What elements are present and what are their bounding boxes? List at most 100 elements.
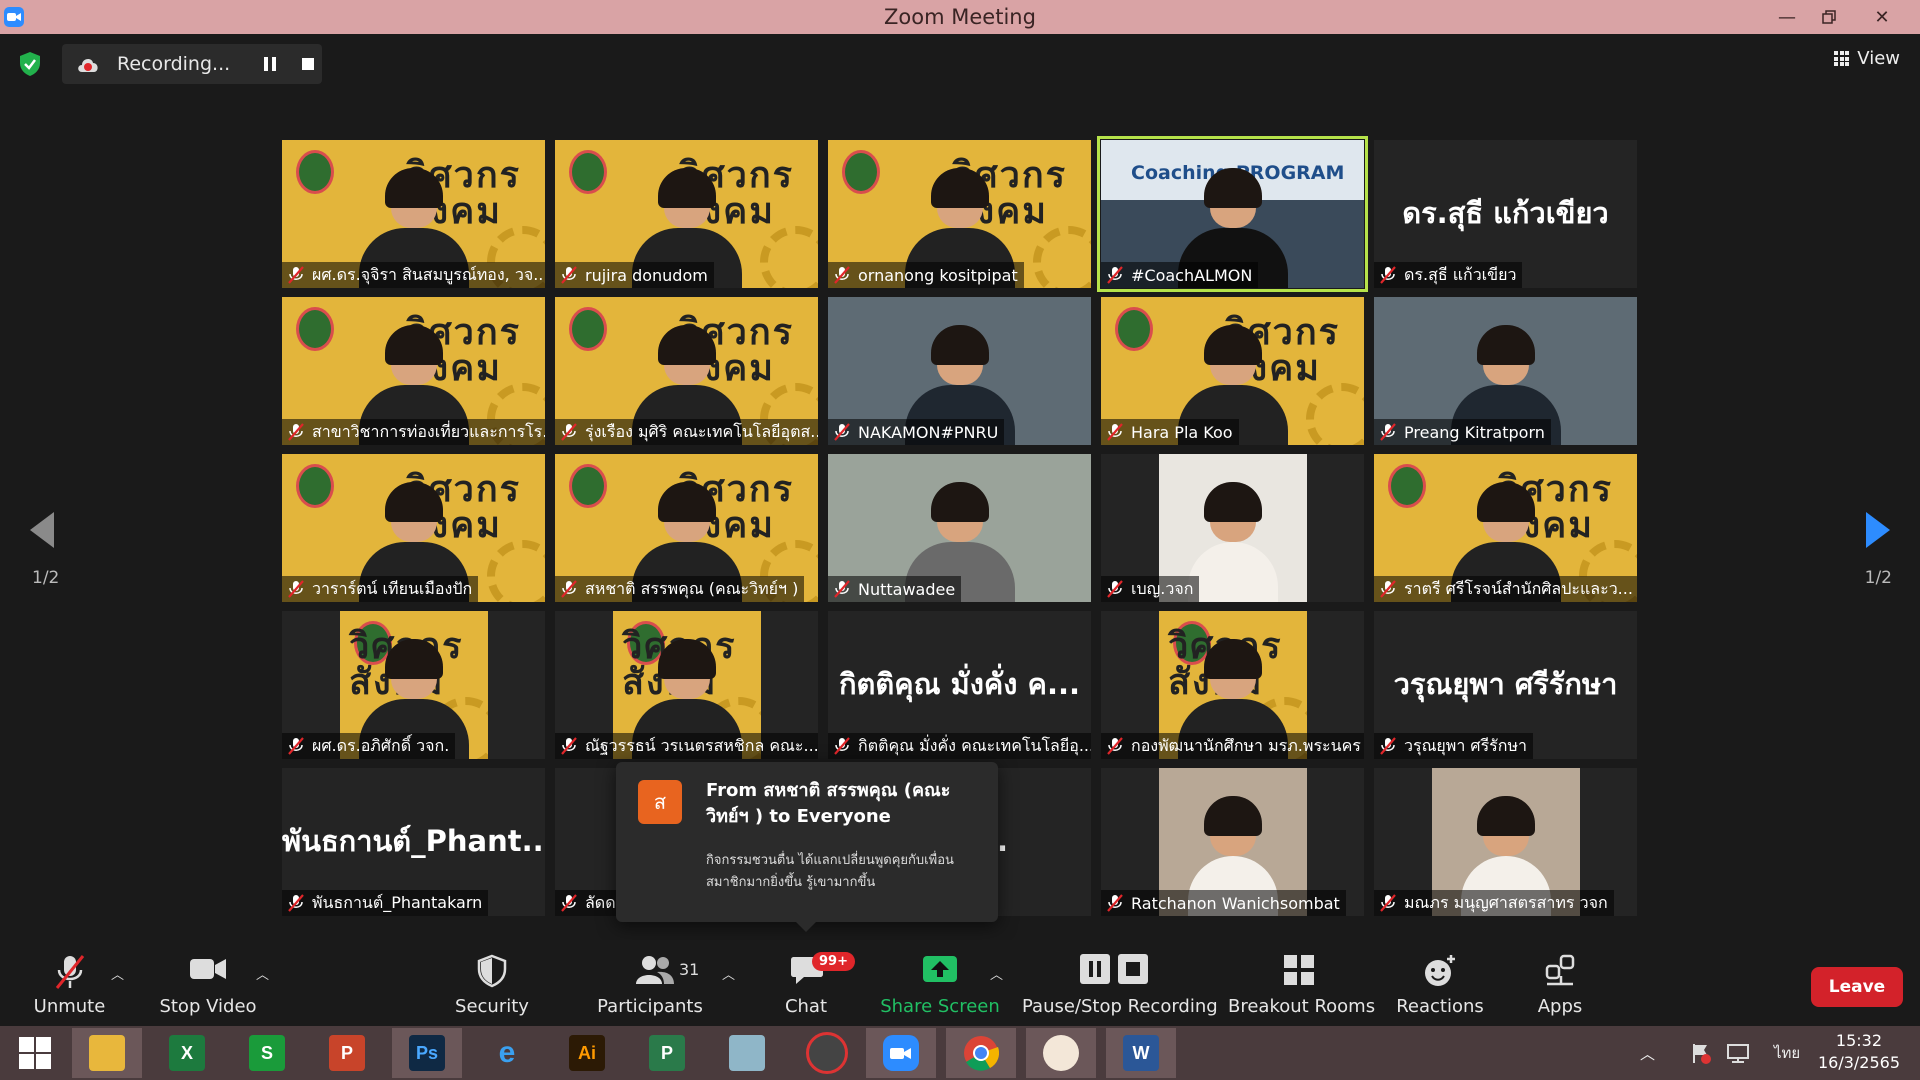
pause-stop-recording-button[interactable]: Pause/Stop Recording [1022, 940, 1218, 1026]
restore-button[interactable] [1806, 0, 1852, 34]
chat-notification-toast[interactable]: ส From สหชาติ สรรพคุณ (คณะวิทย์ฯ ) to Ev… [616, 762, 998, 932]
toast-message: กิจกรรมชวนตื่น ได้แลกเปลี่ยนพูดคุยกับเพื… [706, 853, 954, 890]
stop-video-button[interactable]: Stop Video [158, 940, 258, 1026]
word-icon[interactable]: W [1106, 1028, 1176, 1078]
participant-tile[interactable]: Coaching PROGRAM #CoachALMON [1097, 136, 1368, 292]
participant-name: กิตติคุณ มั่งคั่ง คณะเทคโนโลยีอุ... [858, 735, 1091, 755]
participant-tile[interactable]: Preang Kitratporn [1374, 297, 1637, 445]
muted-mic-icon [288, 737, 304, 755]
internet-explorer-icon[interactable]: e [472, 1028, 542, 1078]
participant-name-label: ดร.สุธี แก้วเขียว [1374, 262, 1523, 288]
participant-tile[interactable]: กิตติคุณ มั่งคั่ง ค... กิตติคุณ มั่งคั่ง … [828, 611, 1091, 759]
participants-button[interactable]: 31 Participants [595, 940, 705, 1026]
zoom-taskbar-icon[interactable] [866, 1028, 936, 1078]
input-language[interactable]: ไทย [1774, 1026, 1800, 1080]
reactions-button[interactable]: Reactions [1390, 940, 1490, 1026]
action-center-flag-icon[interactable] [1690, 1026, 1712, 1080]
participant-name: rujira donudom [585, 265, 708, 285]
participant-tile[interactable]: วิศวกร สังคม ผศ.ดร.อภิศักดิ์ วจก. [282, 611, 545, 759]
breakout-rooms-button[interactable]: Breakout Rooms [1228, 940, 1375, 1026]
participant-name: Preang Kitratporn [1404, 422, 1545, 442]
participant-name: พันธกานต์_Phantakarn [312, 892, 483, 912]
participant-tile[interactable]: วรุณยุพา ศรีรักษา วรุณยุพา ศรีรักษา [1374, 611, 1637, 759]
participants-options-chevron-icon[interactable]: ︿ [722, 964, 735, 983]
participant-name: ผศ.ดร.จุจิรา สินสมบูรณ์ทอง, วจ... [312, 264, 545, 284]
share-screen-button[interactable]: Share Screen [880, 940, 1000, 1026]
muted-microphone-icon [53, 954, 87, 994]
participant-name: เบญ.วจก [1131, 578, 1194, 598]
muted-mic-icon [1380, 423, 1396, 441]
participant-name: NAKAMON#PNRU [858, 422, 999, 442]
participant-tile[interactable]: ดร.สุธี แก้วเขียว ดร.สุธี แก้วเขียว [1374, 140, 1637, 288]
participant-name-label: ผศ.ดร.จุจิรา สินสมบูรณ์ทอง, วจ... [282, 262, 545, 288]
chrome-icon[interactable] [946, 1028, 1016, 1078]
pause-recording-button[interactable] [260, 54, 280, 74]
participant-tile[interactable]: วิศวกร สังคม Hara Pla Koo [1101, 297, 1364, 445]
security-button[interactable]: Security [442, 940, 542, 1026]
participant-name: สหชาติ สรรพคุณ (คณะวิทย์ฯ ) [585, 578, 799, 598]
participant-display-name: วรุณยุพา ศรีรักษา [1393, 667, 1618, 701]
participant-name-label: Ratchanon Wanichsombat [1101, 890, 1346, 916]
paint-app-icon[interactable] [1026, 1028, 1096, 1078]
participant-tile[interactable]: วิศวกร สังคม กองพัฒนานักศึกษา มรภ.พระนคร [1101, 611, 1364, 759]
muted-mic-icon [834, 266, 850, 284]
participant-name-label: Hara Pla Koo [1101, 419, 1239, 445]
previous-page-arrow-icon[interactable] [28, 510, 56, 554]
muted-mic-icon [1380, 266, 1396, 284]
participant-tile[interactable]: วิศวกร สังคม รุ่งเรือง มุศิริ คณะเทคโนโล… [555, 297, 818, 445]
participant-tile[interactable]: พันธกานต์_Phant... พันธกานต์_Phantakarn [282, 768, 545, 916]
show-hidden-icons-chevron-icon[interactable]: ︿ [1640, 1026, 1655, 1080]
participant-tile[interactable]: วิศวกร สังคม ornanong kositpipat [828, 140, 1091, 288]
participant-tile[interactable]: วิศวกร สังคม rujira donudom [555, 140, 818, 288]
photoshop-icon[interactable]: Ps [392, 1028, 462, 1078]
participant-name-label: rujira donudom [555, 262, 714, 288]
video-options-chevron-icon[interactable]: ︿ [256, 964, 269, 983]
close-window-button[interactable]: ✕ [1859, 0, 1905, 34]
leave-button[interactable]: Leave [1811, 967, 1903, 1007]
participant-display-name: กิตติคุณ มั่งคั่ง ค... [838, 667, 1080, 701]
participant-tile[interactable]: วิศวกร สังคม สาขาวิชาการท่องเที่ยวและการ… [282, 297, 545, 445]
participant-tile[interactable]: NAKAMON#PNRU [828, 297, 1091, 445]
participant-tile[interactable]: Nuttawadee [828, 454, 1091, 602]
network-icon[interactable] [1726, 1026, 1750, 1080]
participant-tile[interactable]: วิศวกร สังคม ผศ.ดร.จุจิรา สินสมบูรณ์ทอง,… [282, 140, 545, 288]
share-options-chevron-icon[interactable]: ︿ [990, 964, 1003, 983]
participant-name-label: #CoachALMON [1101, 262, 1259, 288]
file-explorer-icon[interactable] [72, 1028, 142, 1078]
muted-mic-icon [1107, 894, 1123, 912]
project-icon[interactable]: P [632, 1028, 702, 1078]
minimize-button[interactable]: — [1764, 0, 1810, 34]
participant-tile[interactable]: วิศวกร สังคม ณัฐวรรธน์ วรเนตรสหชิกล คณะ.… [555, 611, 818, 759]
encryption-shield-icon[interactable] [18, 51, 42, 77]
taskbar-clock[interactable]: 15:32 16/3/2565 [1818, 1030, 1900, 1074]
illustrator-icon[interactable]: Ai [552, 1028, 622, 1078]
participant-tile[interactable]: วิศวกร สังคม วาราร์ตน์ เทียนเมืองปัก [282, 454, 545, 602]
participant-name-label: กิตติคุณ มั่งคั่ง คณะเทคโนโลยีอุ... [828, 733, 1091, 759]
chat-button[interactable]: 99+ Chat [766, 940, 855, 1026]
next-page-arrow-icon[interactable] [1864, 510, 1892, 554]
participant-name: มณภร มนุญศาสตรสาทร วจก [1404, 892, 1608, 912]
security-shield-icon [477, 954, 507, 992]
gear-decoration-icon [1306, 383, 1364, 445]
excel-icon[interactable]: X [152, 1028, 222, 1078]
view-button[interactable]: View [1834, 48, 1900, 69]
muted-mic-icon [288, 423, 304, 441]
page-indicator-right: 1/2 [1864, 568, 1892, 588]
powerpoint-icon[interactable]: P [312, 1028, 382, 1078]
store-app-icon[interactable]: S [232, 1028, 302, 1078]
unmute-button[interactable]: Unmute [22, 940, 117, 1026]
participant-tile[interactable]: วิศวกร สังคม ราตรี ศรีโรจน์สำนักศิลปะและ… [1374, 454, 1637, 602]
participant-tile[interactable]: มณภร มนุญศาสตรสาทร วจก [1374, 768, 1637, 916]
audio-options-chevron-icon[interactable]: ︿ [111, 964, 124, 983]
stop-recording-button[interactable] [302, 58, 314, 70]
participant-tile[interactable]: เบญ.วจก [1101, 454, 1364, 602]
participant-tile[interactable]: วิศวกร สังคม สหชาติ สรรพคุณ (คณะวิทย์ฯ ) [555, 454, 818, 602]
muted-mic-icon [834, 423, 850, 441]
participant-tile[interactable]: Ratchanon Wanichsombat [1101, 768, 1364, 916]
photoscape-icon[interactable] [792, 1028, 862, 1078]
notepad-app-icon[interactable] [712, 1028, 782, 1078]
windows-start-icon[interactable] [0, 1028, 70, 1078]
apps-button[interactable]: Apps [1510, 940, 1610, 1026]
participant-name-label: Preang Kitratporn [1374, 419, 1551, 445]
university-logo-icon [296, 150, 334, 194]
